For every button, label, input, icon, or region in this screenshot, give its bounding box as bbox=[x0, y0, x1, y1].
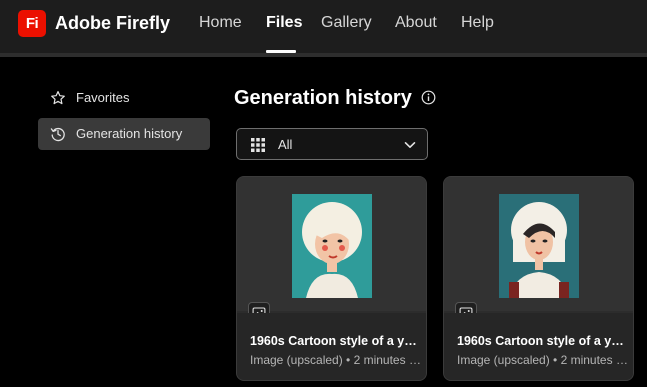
card-meta: Image (upscaled) • 2 minutes ago bbox=[457, 353, 629, 367]
generated-image-thumbnail[interactable] bbox=[292, 194, 372, 298]
sidebar-item-generation-history[interactable]: Generation history bbox=[38, 118, 210, 150]
generated-image-thumbnail[interactable] bbox=[499, 194, 579, 298]
star-icon bbox=[51, 91, 65, 105]
top-bar: Fi Adobe Firefly Home Files Gallery Abou… bbox=[0, 0, 647, 53]
nav-about[interactable]: About bbox=[395, 13, 437, 33]
card-footer: 1960s Cartoon style of a young woman Ima… bbox=[237, 313, 426, 380]
info-icon[interactable] bbox=[421, 90, 436, 105]
sidebar-item-label: Generation history bbox=[76, 126, 183, 141]
card-title: 1960s Cartoon style of a young woman bbox=[457, 334, 627, 348]
adobe-firefly-logo[interactable]: Fi bbox=[18, 10, 46, 37]
brand-name[interactable]: Adobe Firefly bbox=[55, 12, 170, 34]
grid-icon bbox=[251, 138, 265, 152]
generation-card[interactable]: 1960s Cartoon style of a young woman Ima… bbox=[443, 176, 634, 381]
sidebar-item-favorites[interactable]: Favorites bbox=[38, 82, 210, 114]
nav-help[interactable]: Help bbox=[461, 13, 494, 33]
card-thumbnail-area bbox=[444, 177, 633, 311]
page-title: Generation history bbox=[234, 87, 412, 109]
logo-text: Fi bbox=[25, 15, 39, 32]
filter-dropdown[interactable]: All bbox=[236, 128, 428, 160]
generation-card[interactable]: 1960s Cartoon style of a young woman Ima… bbox=[236, 176, 427, 381]
nav-gallery[interactable]: Gallery bbox=[321, 13, 372, 33]
card-title: 1960s Cartoon style of a young woman bbox=[250, 334, 420, 348]
top-bar-divider bbox=[0, 53, 647, 57]
filter-selected-value: All bbox=[278, 137, 293, 152]
card-thumbnail-area bbox=[237, 177, 426, 311]
nav-home[interactable]: Home bbox=[199, 13, 242, 33]
sidebar-item-label: Favorites bbox=[76, 90, 130, 105]
nav-files[interactable]: Files bbox=[266, 13, 302, 33]
card-meta: Image (upscaled) • 2 minutes ago bbox=[250, 353, 422, 367]
history-icon bbox=[50, 127, 65, 142]
chevron-down-icon bbox=[404, 142, 416, 148]
card-footer: 1960s Cartoon style of a young woman Ima… bbox=[444, 313, 633, 380]
